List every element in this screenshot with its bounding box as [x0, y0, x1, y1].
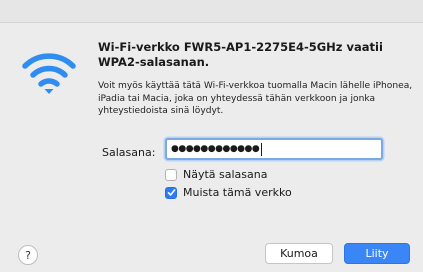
join-button[interactable]: Liity [344, 243, 410, 264]
password-field[interactable]: ●●●●●●●●●●●● [165, 138, 383, 160]
show-password-checkbox[interactable] [165, 168, 177, 181]
show-password-label: Näytä salasana [183, 168, 268, 181]
remember-network-option[interactable]: Muista tämä verkko [165, 186, 292, 199]
show-password-option[interactable]: Näytä salasana [165, 168, 267, 181]
wifi-password-dialog: Wi-Fi-verkko FWR5-AP1-2275E4-5GHz vaatii… [0, 0, 423, 272]
dialog-description: Voit myös käyttää tätä Wi-Fi-verkkoa tuo… [98, 81, 413, 117]
checkmark-icon [167, 189, 175, 196]
password-label: Salasana: [102, 146, 156, 159]
remember-network-label: Muista tämä verkko [183, 186, 292, 199]
text-caret [261, 142, 263, 156]
cancel-button[interactable]: Kumoa [265, 243, 333, 264]
window-titlebar[interactable] [0, 0, 423, 23]
help-button[interactable]: ? [18, 245, 38, 265]
dialog-heading: Wi-Fi-verkko FWR5-AP1-2275E4-5GHz vaatii… [98, 40, 383, 69]
wifi-icon [22, 53, 76, 94]
remember-network-checkbox[interactable] [165, 186, 177, 199]
password-value: ●●●●●●●●●●●● [171, 144, 260, 154]
